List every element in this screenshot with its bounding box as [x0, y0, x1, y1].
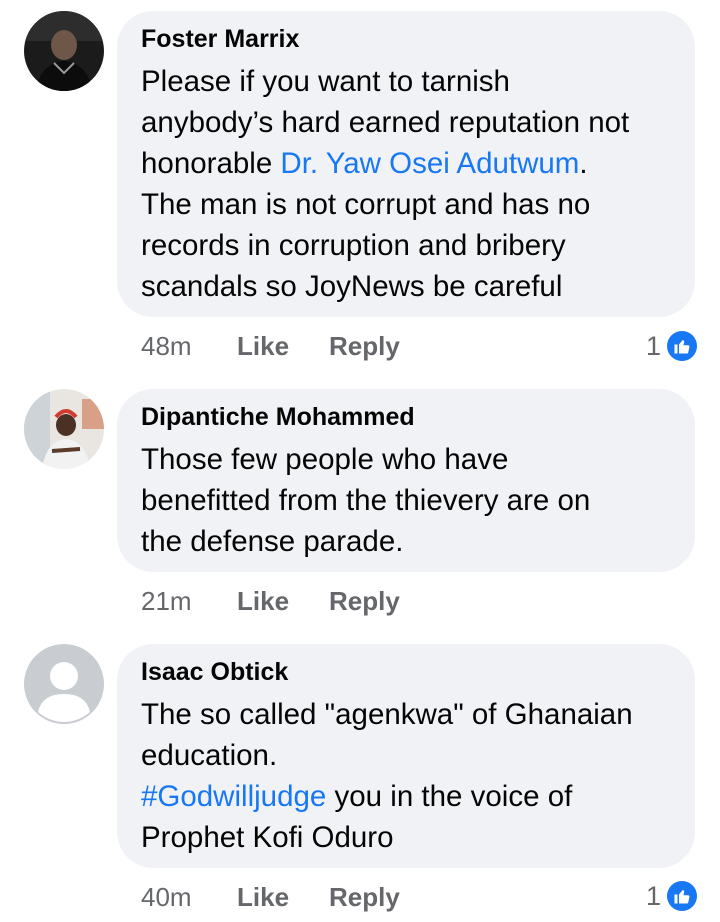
avatar[interactable]	[24, 11, 104, 91]
comment-text: The so called "agenkwa" of Ghanaian educ…	[141, 694, 671, 858]
thumbs-up-icon	[667, 331, 697, 361]
comment-line: Prophet Kofi Oduro	[141, 821, 394, 854]
comment-line: #Godwilljudge you in the voice of	[141, 776, 671, 817]
comment-text: Please if you want to tarnish anybody’s …	[141, 61, 671, 307]
avatar[interactable]	[24, 389, 104, 469]
reaction-summary[interactable]: 1	[646, 876, 697, 916]
hashtag-link[interactable]: #Godwilljudge	[141, 780, 326, 813]
comment-line: anybody’s hard earned reputation not	[141, 106, 630, 139]
comment-bubble: Foster Marrix Please if you want to tarn…	[117, 11, 695, 317]
mention-suffix: .	[579, 147, 588, 180]
like-button[interactable]: Like	[237, 882, 289, 913]
comment-author[interactable]: Dipantiche Mohammed	[141, 403, 671, 431]
comment-line: benefitted from the thievery are on	[141, 484, 591, 517]
reply-button[interactable]: Reply	[329, 331, 400, 362]
comment-line-text: you in the voice of	[326, 780, 573, 813]
comment-line: The so called "agenkwa" of Ghanaian	[141, 698, 633, 731]
comment-line: Those few people who have	[141, 443, 509, 476]
comment-line: scandals so JoyNews be careful	[141, 270, 563, 303]
comment-timestamp[interactable]: 40m	[141, 882, 192, 913]
comment-bubble: Isaac Obtick The so called "agenkwa" of …	[117, 644, 695, 868]
comment-line: honorable Dr. Yaw Osei Adutwum.	[141, 143, 671, 184]
comment-line: The man is not corrupt and has no	[141, 188, 591, 221]
reaction-summary[interactable]: 1	[646, 326, 697, 366]
like-button[interactable]: Like	[237, 586, 289, 617]
comment-line: the defense parade.	[141, 525, 404, 558]
like-button[interactable]: Like	[237, 331, 289, 362]
avatar[interactable]	[24, 644, 104, 724]
comment-author[interactable]: Isaac Obtick	[141, 658, 671, 686]
reaction-count: 1	[645, 880, 661, 911]
comment-line-text: honorable	[141, 147, 281, 180]
comment-author[interactable]: Foster Marrix	[141, 25, 671, 53]
comment-bubble: Dipantiche Mohammed Those few people who…	[117, 389, 695, 572]
reaction-count: 1	[645, 330, 661, 361]
reply-button[interactable]: Reply	[329, 586, 400, 617]
mention-link[interactable]: Dr. Yaw Osei Adutwum	[280, 147, 579, 180]
comment-line: Please if you want to tarnish	[141, 65, 510, 98]
reply-button[interactable]: Reply	[329, 882, 400, 913]
comment-line: education.	[141, 739, 278, 772]
comment-text: Those few people who have benefitted fro…	[141, 439, 671, 562]
comment-timestamp[interactable]: 48m	[141, 331, 192, 362]
comment-timestamp[interactable]: 21m	[141, 586, 192, 617]
comment-line: records in corruption and bribery	[141, 229, 566, 262]
thumbs-up-icon	[667, 881, 697, 911]
